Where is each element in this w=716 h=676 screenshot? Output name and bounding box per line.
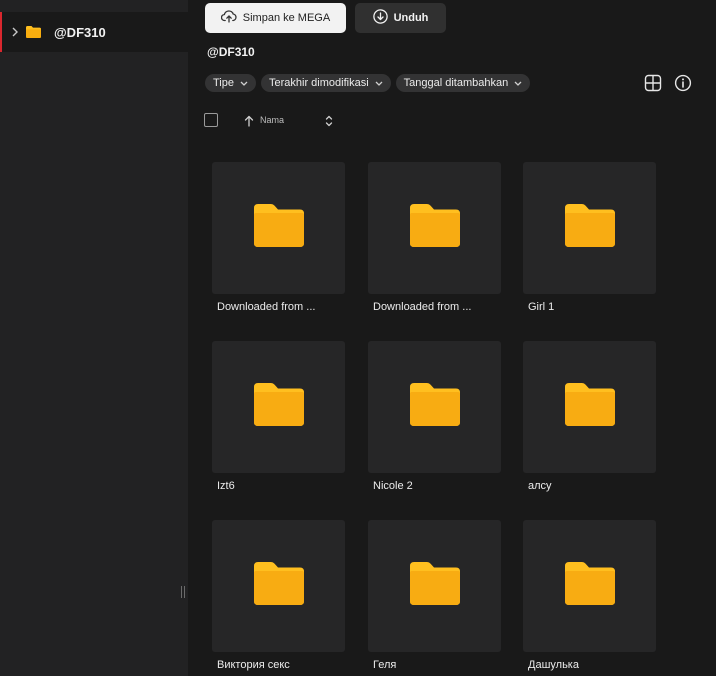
folder-thumbnail[interactable] — [523, 520, 656, 652]
folder-card[interactable]: Геля — [368, 520, 501, 671]
folder-name: Izt6 — [217, 480, 235, 492]
grid-view-icon[interactable] — [644, 74, 662, 92]
folder-card[interactable]: Izt6 — [212, 341, 345, 492]
cloud-upload-icon — [220, 10, 237, 26]
filter-last-modified[interactable]: Terakhir dimodifikasi — [261, 74, 391, 92]
folder-name: алсу — [528, 480, 552, 492]
save-to-mega-label: Simpan ke MEGA — [242, 12, 331, 24]
folder-icon — [564, 204, 615, 252]
download-button[interactable]: Unduh — [355, 3, 446, 33]
breadcrumb: @DF310 — [207, 45, 255, 59]
list-header: Nama — [204, 112, 524, 130]
save-to-mega-button[interactable]: Simpan ke MEGA — [205, 3, 346, 33]
folder-icon — [409, 383, 460, 431]
folder-card[interactable]: Дашулька — [523, 520, 656, 671]
filter-label: Terakhir dimodifikasi — [269, 77, 369, 89]
tree-item-label: @DF310 — [54, 24, 106, 40]
folder-thumbnail[interactable] — [368, 341, 501, 473]
folder-icon — [253, 204, 304, 252]
info-icon[interactable] — [674, 74, 692, 92]
folder-icon — [564, 383, 615, 431]
folder-thumbnail[interactable] — [212, 162, 345, 294]
folder-icon — [26, 25, 42, 39]
folder-thumbnail[interactable] — [212, 341, 345, 473]
folder-name: Дашулька — [528, 659, 579, 671]
download-label: Unduh — [393, 12, 429, 24]
main-content: Simpan ke MEGA Unduh @DF310 Tipe Terakhi… — [188, 0, 716, 676]
folder-icon — [409, 562, 460, 610]
filter-date-added[interactable]: Tanggal ditambahkan — [395, 74, 531, 92]
folder-card[interactable]: Girl 1 — [523, 162, 656, 313]
chevron-down-icon — [240, 81, 248, 86]
sort-toggle-icon[interactable] — [325, 114, 335, 128]
filter-bar: Tipe Terakhir dimodifikasi Tanggal ditam… — [205, 74, 531, 92]
tree-item-df310[interactable]: @DF310 — [0, 12, 188, 52]
folder-card[interactable]: алсу — [523, 341, 656, 492]
folder-name: Nicole 2 — [373, 480, 413, 492]
folder-name: Girl 1 — [528, 301, 555, 313]
folder-card[interactable]: Nicole 2 — [368, 341, 501, 492]
folder-thumbnail[interactable] — [523, 162, 656, 294]
download-circle-icon — [372, 9, 388, 27]
sidebar-resize-handle[interactable] — [180, 586, 186, 600]
folder-name: Downloaded from ... — [373, 301, 472, 313]
folder-name: Геля — [373, 659, 397, 671]
folder-thumbnail[interactable] — [368, 162, 501, 294]
chevron-down-icon — [375, 81, 383, 86]
select-all-checkbox[interactable] — [204, 113, 218, 127]
folder-icon — [253, 383, 304, 431]
folder-card[interactable]: Downloaded from ... — [368, 162, 501, 313]
chevron-down-icon — [514, 81, 522, 86]
filter-type[interactable]: Tipe — [205, 74, 256, 92]
folder-card[interactable]: Виктория секс — [212, 520, 345, 671]
chevron-right-icon[interactable] — [8, 27, 22, 37]
filter-label: Tanggal ditambahkan — [403, 77, 509, 89]
folder-icon — [409, 204, 460, 252]
column-header-name[interactable]: Nama — [260, 115, 284, 125]
folder-name: Виктория секс — [217, 659, 290, 671]
folder-icon — [253, 562, 304, 610]
sidebar: @DF310 — [0, 0, 188, 676]
filter-label: Tipe — [213, 77, 234, 89]
folder-thumbnail[interactable] — [523, 341, 656, 473]
folder-name: Downloaded from ... — [217, 301, 316, 313]
folder-card[interactable]: Downloaded from ... — [212, 162, 345, 313]
folder-thumbnail[interactable] — [212, 520, 345, 652]
arrow-up-icon[interactable] — [244, 114, 254, 127]
folder-thumbnail[interactable] — [368, 520, 501, 652]
folder-icon — [564, 562, 615, 610]
